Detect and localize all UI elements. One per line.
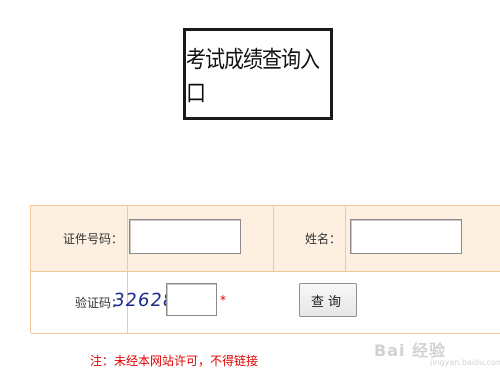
form-row-captcha: 验证码： <box>31 272 500 334</box>
captcha-input[interactable] <box>166 283 217 316</box>
watermark-url: jingyan.baidu.com <box>430 358 500 367</box>
page-title: 考试成绩查询入口 <box>186 45 320 107</box>
name-input[interactable] <box>350 219 462 254</box>
id-label: 证件号码： <box>31 206 128 271</box>
required-mark: * <box>220 293 226 307</box>
copyright-note: 注：未经本网站许可，不得链接 <box>90 354 259 368</box>
id-number-input[interactable] <box>129 219 241 254</box>
name-label: 姓名： <box>274 206 346 271</box>
query-button[interactable]: 查询 <box>299 283 357 317</box>
title-box: 考试成绩查询入口 <box>183 28 333 120</box>
